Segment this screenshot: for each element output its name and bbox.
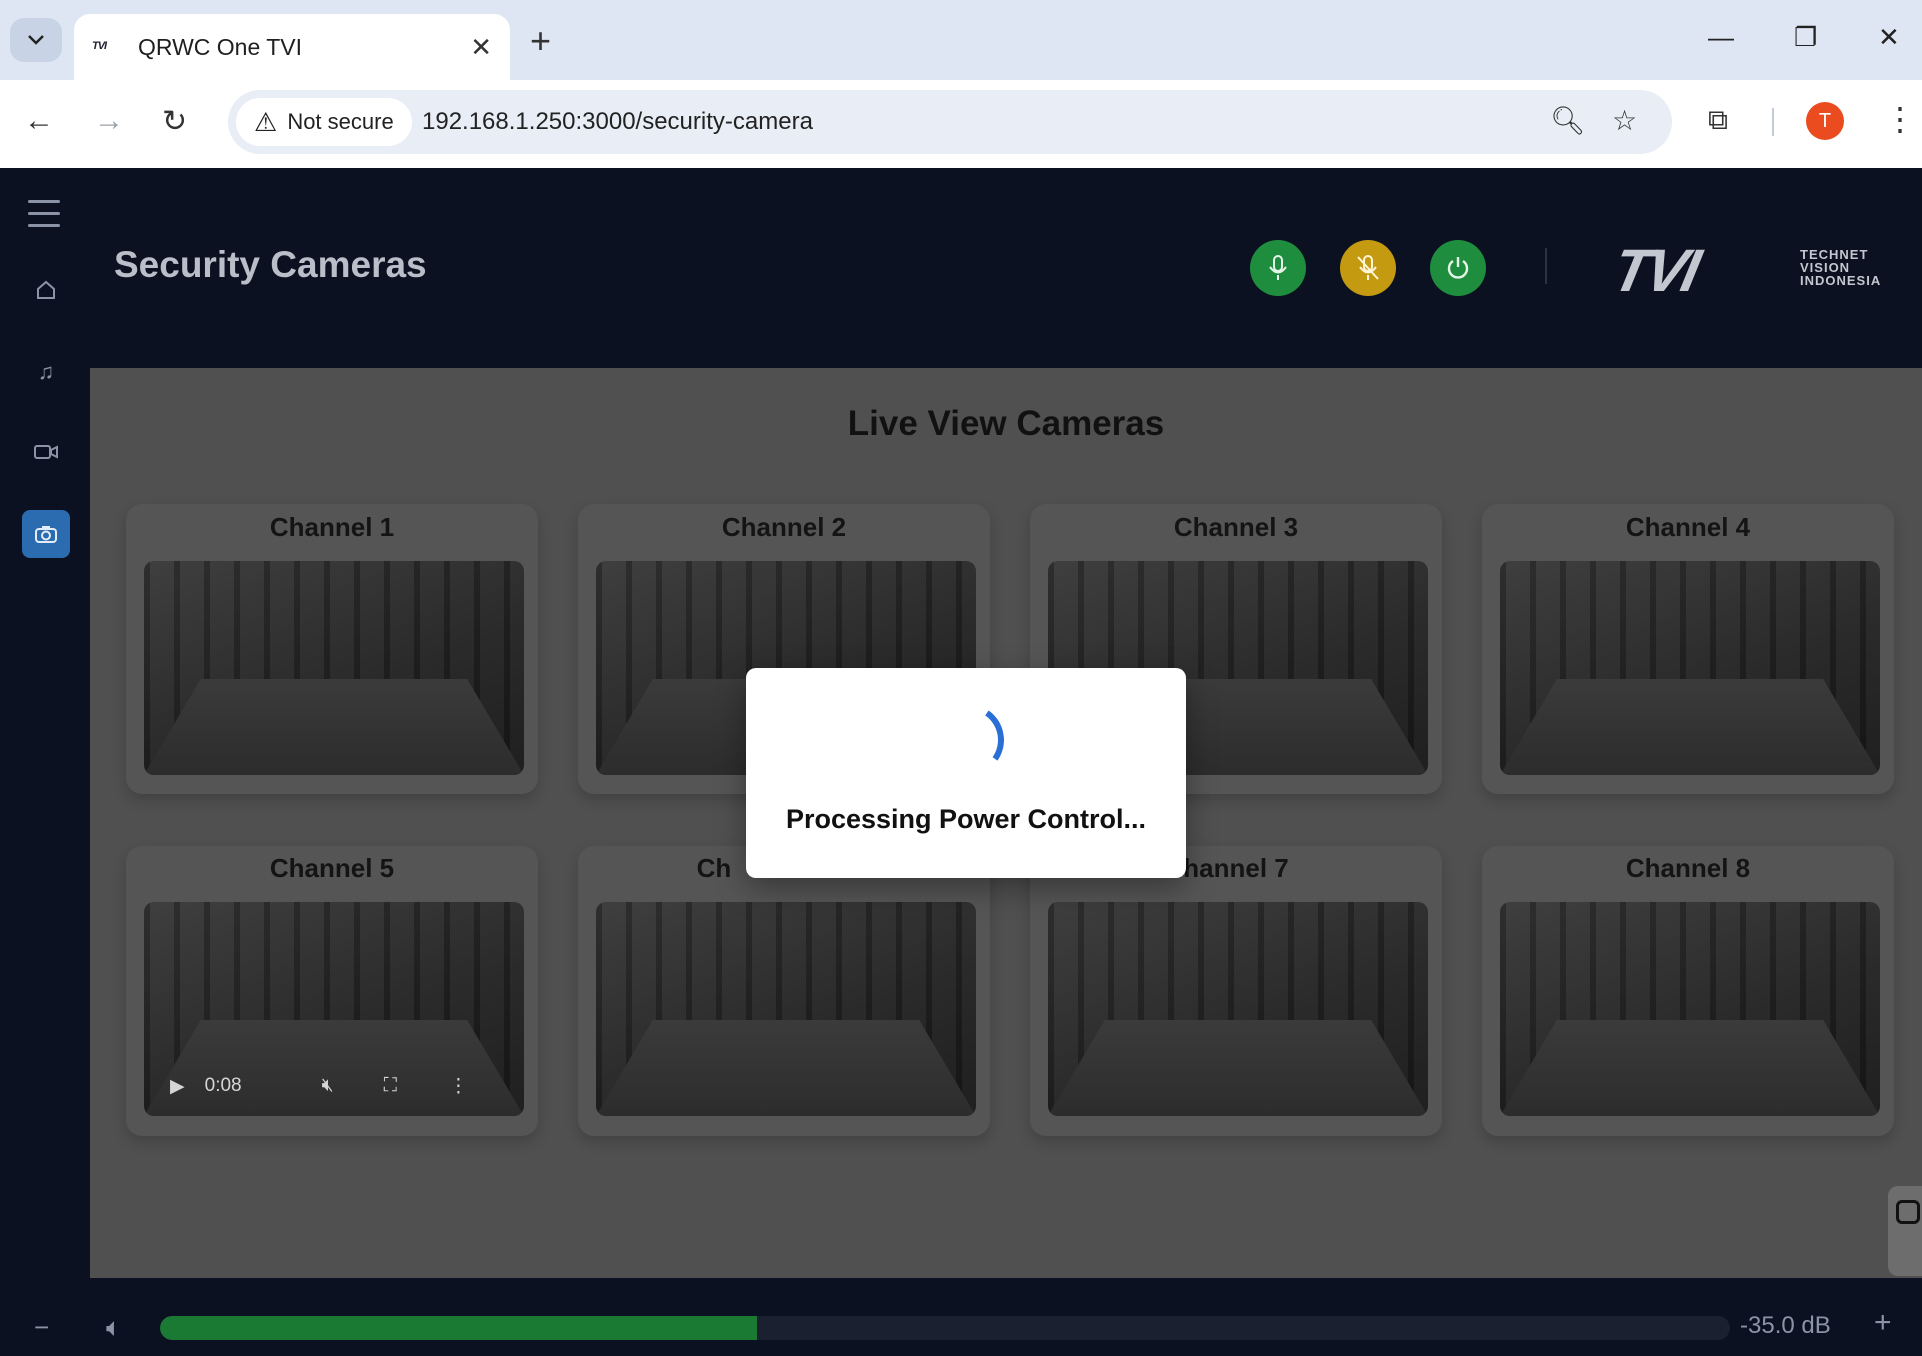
power-button[interactable] xyxy=(1430,240,1486,296)
security-label: Not secure xyxy=(287,109,394,134)
profile-avatar[interactable]: T xyxy=(1806,102,1844,140)
new-tab-button[interactable]: + xyxy=(530,20,551,62)
camera-icon xyxy=(35,526,57,543)
extensions-icon[interactable]: ⧉ xyxy=(1708,104,1728,137)
app-sidebar xyxy=(0,168,90,1356)
power-icon xyxy=(1447,257,1469,279)
volume-increase-button[interactable]: + xyxy=(1874,1306,1892,1340)
header-divider xyxy=(1545,248,1547,284)
loading-spinner-icon xyxy=(926,698,1010,782)
music-note-icon: ♫ xyxy=(37,359,55,384)
back-icon[interactable]: ← xyxy=(24,104,54,138)
tvi-logo-text: TECHNET VISION INDONESIA xyxy=(1800,247,1882,288)
browser-menu-icon[interactable]: ⋮ xyxy=(1884,100,1916,138)
camera-label: Channel 8 xyxy=(1625,853,1751,883)
sidebar-item-security-camera[interactable] xyxy=(22,510,70,558)
camera-label: Channel 4 xyxy=(1625,512,1751,542)
chevron-down-icon xyxy=(28,35,44,45)
toolbar-divider xyxy=(1772,108,1774,136)
minimize-icon[interactable]: — xyxy=(1708,22,1734,53)
widget-icon xyxy=(1896,1200,1920,1224)
page-title: Security Cameras xyxy=(114,244,427,285)
video-controls: ▶ 0:08 🔇︎ ⛶ ⋮ xyxy=(144,1056,524,1116)
tvi-logo: TVI xyxy=(1606,237,1703,304)
camera-label: Channel 5 xyxy=(269,853,395,883)
mic-mute-button[interactable] xyxy=(1340,240,1396,296)
modal-message: Processing Power Control... xyxy=(785,804,1147,834)
floating-side-widget[interactable] xyxy=(1888,1186,1922,1276)
fullscreen-icon[interactable]: ⛶ xyxy=(384,1075,397,1097)
camera-feed[interactable] xyxy=(596,902,976,1116)
site-security-chip[interactable]: ⚠ Not secure xyxy=(236,98,412,146)
url-text[interactable]: 192.168.1.250:3000/security-camera xyxy=(422,108,813,136)
home-icon xyxy=(37,280,55,299)
video-time: 0:08 xyxy=(204,1075,242,1096)
volume-slider[interactable] xyxy=(160,1316,1730,1340)
volume-slider-fill xyxy=(160,1316,757,1340)
restore-icon[interactable]: ❐ xyxy=(1794,22,1817,53)
camera-feed[interactable] xyxy=(1048,902,1428,1116)
camera-label: Channel 2 xyxy=(721,512,847,542)
zoom-icon[interactable]: 🔍︎ xyxy=(1550,104,1586,137)
video-camera-icon xyxy=(34,445,58,459)
tab-title: QRWC One TVI xyxy=(138,33,303,60)
microphone-icon xyxy=(1269,255,1287,280)
processing-modal: Processing Power Control... xyxy=(746,668,1186,878)
mic-button[interactable] xyxy=(1250,240,1306,296)
close-window-icon[interactable]: ✕ xyxy=(1878,22,1900,53)
sidebar-item-audio[interactable]: ♫ xyxy=(22,348,70,396)
tab-favicon: TVI xyxy=(92,40,107,52)
muted-icon[interactable]: 🔇︎ xyxy=(322,1075,334,1097)
tab-search-button[interactable] xyxy=(10,18,62,62)
camera-label: Channel 1 xyxy=(269,512,395,542)
speaker-icon[interactable]: 🔈︎ xyxy=(106,1312,122,1344)
close-tab-icon[interactable]: ✕ xyxy=(470,32,492,63)
camera-feed[interactable]: ▶ 0:08 🔇︎ ⛶ ⋮ xyxy=(144,902,524,1116)
browser-tab[interactable]: TVI QRWC One TVI ✕ xyxy=(74,14,510,80)
play-icon[interactable]: ▶ xyxy=(170,1075,185,1098)
camera-feed[interactable] xyxy=(144,561,524,775)
camera-label: Channel 3 xyxy=(1173,512,1299,542)
section-title: Live View Cameras xyxy=(847,404,1165,443)
sidebar-item-video[interactable] xyxy=(22,428,70,476)
more-options-icon[interactable]: ⋮ xyxy=(449,1075,468,1098)
reload-icon[interactable]: ↻ xyxy=(162,104,187,139)
warning-icon: ⚠ xyxy=(254,106,278,137)
volume-decrease-button[interactable]: − xyxy=(34,1312,49,1343)
volume-value: -35.0 dB xyxy=(1740,1312,1831,1339)
forward-icon[interactable]: → xyxy=(94,104,124,138)
camera-feed[interactable] xyxy=(1500,902,1880,1116)
bookmark-star-icon[interactable]: ☆ xyxy=(1612,104,1637,137)
microphone-off-icon xyxy=(1357,255,1379,280)
hamburger-menu-icon[interactable] xyxy=(28,200,60,236)
sidebar-item-home[interactable] xyxy=(22,266,70,314)
camera-feed[interactable] xyxy=(1500,561,1880,775)
